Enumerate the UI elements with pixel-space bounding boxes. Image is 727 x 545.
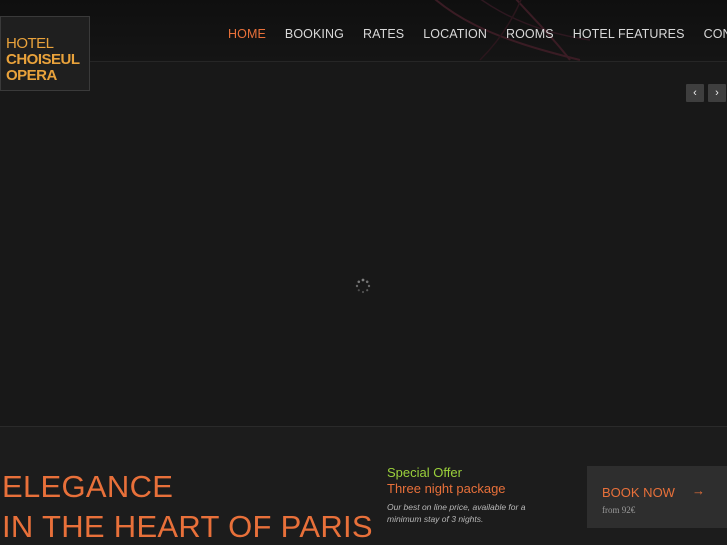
nav-location[interactable]: LOCATION xyxy=(423,27,487,41)
offer-subtitle: Three night package xyxy=(387,481,506,496)
offer-title: Special Offer xyxy=(387,465,462,480)
loading-spinner-icon xyxy=(355,278,371,294)
hero-slider xyxy=(0,62,727,426)
book-now-label: BOOK NOW xyxy=(602,485,675,500)
book-now-button[interactable]: BOOK NOW → from 92€ xyxy=(587,466,727,528)
nav-rates[interactable]: RATES xyxy=(363,27,404,41)
tagline-line-2: IN THE HEART OF PARIS xyxy=(2,509,373,544)
chevron-left-icon[interactable]: ‹ xyxy=(686,84,704,102)
logo-line-hotel: HOTEL xyxy=(6,35,54,52)
nav-booking[interactable]: BOOKING xyxy=(285,27,344,41)
hotel-logo[interactable]: HOTEL CHOISEUL OPERA xyxy=(0,16,90,91)
bottom-banner: ELEGANCE IN THE HEART OF PARIS Special O… xyxy=(0,426,727,545)
tagline: ELEGANCE IN THE HEART OF PARIS xyxy=(2,467,373,545)
tagline-line-1: ELEGANCE xyxy=(2,469,174,504)
nav-contact[interactable]: CONTACT xyxy=(704,27,727,41)
logo-line-opera: OPERA xyxy=(6,67,57,84)
page: HOME BOOKING RATES LOCATION ROOMS HOTEL … xyxy=(0,0,727,545)
arrow-right-icon: → xyxy=(692,483,705,498)
offer-description: Our best on line price, available for a … xyxy=(387,502,526,524)
header-bar: HOME BOOKING RATES LOCATION ROOMS HOTEL … xyxy=(0,0,727,62)
special-offer[interactable]: Special Offer Three night package Our be… xyxy=(387,465,577,525)
nav-rooms[interactable]: ROOMS xyxy=(506,27,554,41)
chevron-right-icon[interactable]: › xyxy=(708,84,726,102)
nav-home[interactable]: HOME xyxy=(228,27,266,41)
book-now-price: from 92€ xyxy=(602,505,636,515)
slider-controls: ‹ › xyxy=(686,84,726,102)
logo-line-choiseul: CHOISEUL xyxy=(6,51,80,68)
nav-hotel-features[interactable]: HOTEL FEATURES xyxy=(573,27,685,41)
main-nav: HOME BOOKING RATES LOCATION ROOMS HOTEL … xyxy=(228,27,727,41)
